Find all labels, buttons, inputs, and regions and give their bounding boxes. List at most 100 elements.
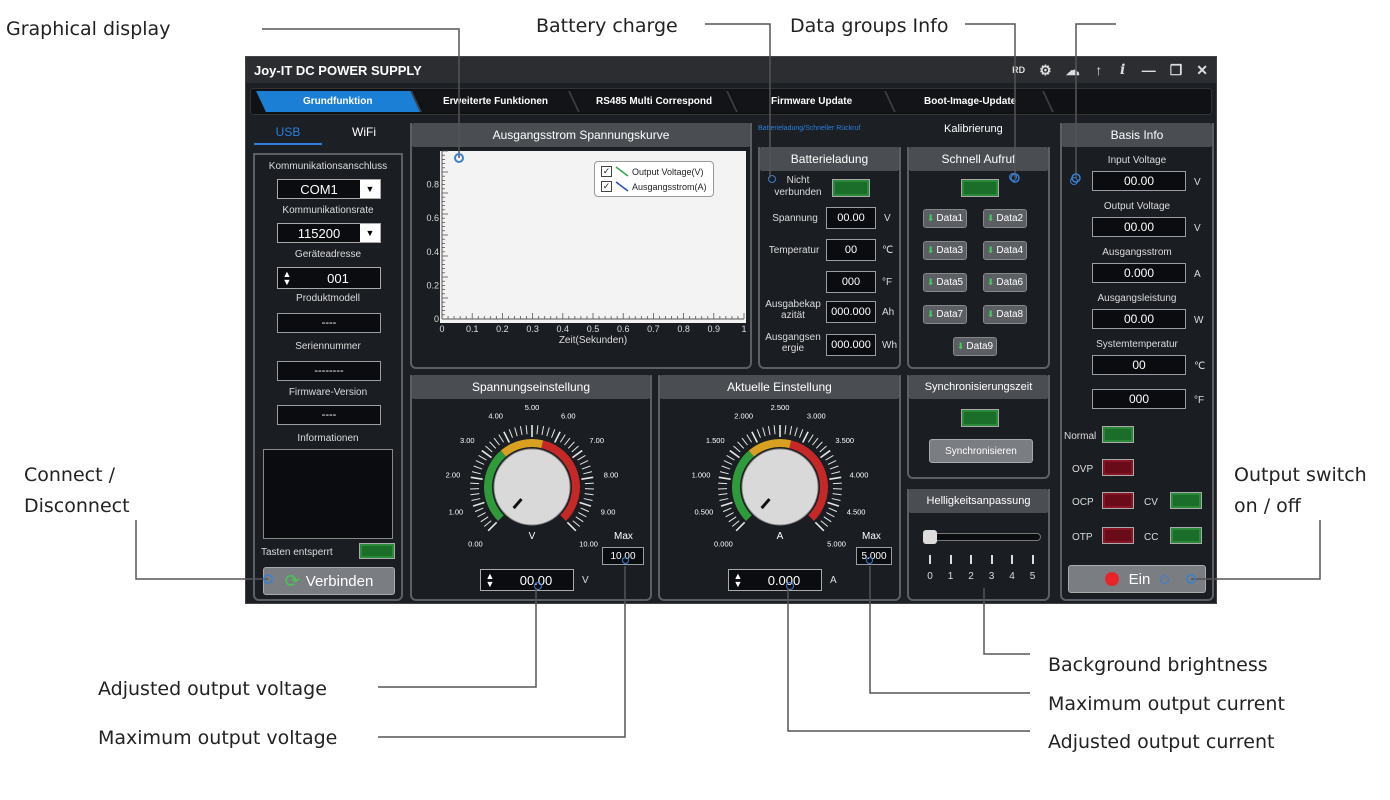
current-dial-tick bbox=[825, 455, 834, 461]
checkbox-icon[interactable]: ✓ bbox=[601, 181, 612, 192]
connect-button[interactable]: ⟳ Verbinden bbox=[263, 567, 395, 595]
connect-button-label: Verbinden bbox=[305, 572, 374, 590]
up-down-arrows-icon[interactable]: ▲ ▼ bbox=[481, 572, 499, 589]
voltage-dial[interactable]: 0.00 1.00 2.00 3.00 4.00 5.00 6.00 7.00 8.00 9.00… bbox=[412, 399, 652, 569]
address-stepper[interactable]: ▲ ▼ 001 bbox=[277, 267, 381, 289]
output-current-label: Ausgangsstrom bbox=[1102, 247, 1172, 258]
current-dial-tick bbox=[828, 507, 838, 513]
tab-grundfunktion[interactable]: Grundfunktion bbox=[256, 91, 422, 112]
firmware-label: Firmware-Version bbox=[288, 387, 368, 398]
tab-calibration[interactable]: Kalibrierung bbox=[944, 123, 1003, 135]
data3-button[interactable]: ⬇ Data3 bbox=[923, 241, 967, 260]
current-dial-tick bbox=[751, 431, 759, 443]
brightness-tick-label: 1 bbox=[947, 571, 954, 582]
tab-firmware-update[interactable]: Firmware Update bbox=[730, 91, 896, 112]
current-max-indicator bbox=[866, 557, 873, 564]
data1-button[interactable]: ⬇ Data1 bbox=[923, 209, 967, 228]
data2-button[interactable]: ⬇ Data2 bbox=[983, 209, 1027, 228]
brightness-slider-track[interactable] bbox=[923, 533, 1041, 541]
current-dial-tick bbox=[832, 493, 842, 496]
chevron-down-icon[interactable]: ▼ bbox=[360, 180, 380, 198]
current-dial-tick bbox=[729, 449, 741, 459]
up-down-arrows-icon[interactable]: ▲ ▼ bbox=[729, 572, 747, 589]
voltage-dial-tick bbox=[503, 431, 511, 443]
legend-item-voltage[interactable]: ✓ Output Voltage(V) bbox=[601, 166, 704, 177]
current-dial-scale-label: 1.500 bbox=[706, 436, 725, 445]
data9-button[interactable]: ⬇ Data9 bbox=[953, 337, 997, 356]
data4-button[interactable]: ⬇ Data4 bbox=[983, 241, 1027, 260]
output-switch-button[interactable]: Ein bbox=[1068, 565, 1206, 593]
voltage-dial-knob bbox=[493, 448, 571, 526]
current-value-indicator bbox=[786, 582, 794, 590]
data5-button[interactable]: ⬇ Data5 bbox=[923, 273, 967, 292]
current-dial-tick bbox=[815, 441, 823, 449]
voltage-max-label: Max bbox=[614, 531, 633, 542]
tab-battery-fast-recall[interactable]: Batterieladung/Schneller Rückruf bbox=[758, 125, 860, 132]
info-label: Informationen bbox=[297, 433, 359, 444]
current-dial[interactable]: 0.000 0.500 1.000 1.500 2.000 2.500 3.000 3.500… bbox=[660, 399, 900, 569]
rate-select[interactable]: 115200 ▼ bbox=[277, 223, 381, 243]
port-select[interactable]: COM1 ▼ bbox=[277, 179, 381, 199]
voltage-dial-tick bbox=[470, 482, 480, 485]
current-dial-tick bbox=[718, 482, 728, 485]
current-dial-scale-label: 2.000 bbox=[734, 412, 753, 421]
brightness-slider-thumb[interactable] bbox=[923, 530, 937, 544]
current-stepper[interactable]: ▲ ▼ 0.000 bbox=[728, 569, 822, 591]
close-icon[interactable]: ✕ bbox=[1196, 62, 1208, 79]
tab-rs485[interactable]: RS485 Multi Correspond bbox=[572, 91, 738, 112]
annotation-adjusted-output-current: Adjusted output current bbox=[1048, 731, 1275, 753]
checkbox-icon[interactable]: ✓ bbox=[601, 166, 612, 177]
legend-item-current[interactable]: ✓ Ausgangsstrom(A) bbox=[601, 181, 707, 192]
title-bar: Joy-IT DC POWER SUPPLY RD ⚙ ☁ ↑ i — ❐ ✕ bbox=[246, 57, 1216, 83]
chevron-down-icon[interactable]: ▼ bbox=[360, 224, 380, 242]
battery-temp-c-unit: ℃ bbox=[882, 245, 894, 256]
upload-icon[interactable]: ↑ bbox=[1094, 62, 1104, 78]
voltage-dial-tick bbox=[580, 507, 590, 513]
voltage-dial-scale-label: 2.00 bbox=[446, 470, 461, 479]
tab-erweiterte-funktionen[interactable]: Erweiterte Funktionen bbox=[414, 91, 580, 112]
current-max-field[interactable]: 5.000 bbox=[856, 547, 892, 565]
current-dial-scale-label: 5.000 bbox=[827, 540, 846, 549]
current-dial-tick bbox=[767, 426, 771, 436]
chart-x-tick-label: 0.4 bbox=[557, 324, 570, 334]
restore-icon[interactable]: ❐ bbox=[1170, 62, 1183, 79]
chart-x-tick-label: 1 bbox=[741, 324, 746, 334]
voltage-dial-tick bbox=[571, 449, 583, 459]
data7-button[interactable]: ⬇ Data7 bbox=[923, 305, 967, 324]
sync-button[interactable]: Synchronisieren bbox=[929, 439, 1033, 463]
tab-boot-image-update[interactable]: Boot-Image-Update bbox=[888, 91, 1054, 112]
minimize-icon[interactable]: — bbox=[1142, 62, 1156, 78]
current-dial-tick bbox=[721, 465, 731, 470]
current-max-label: Max bbox=[862, 531, 881, 542]
cloud-icon[interactable]: ☁ bbox=[1066, 62, 1080, 79]
info-icon[interactable]: i bbox=[1118, 62, 1128, 78]
current-dial-scale-label: 1.000 bbox=[692, 470, 711, 479]
brightness-tick-mark bbox=[949, 555, 952, 564]
voltage-dial-scale-label: 1.00 bbox=[449, 508, 464, 517]
annotation-battery-charge: Battery charge bbox=[536, 15, 678, 37]
current-dial-tick bbox=[801, 431, 809, 443]
tab-usb[interactable]: USB bbox=[254, 125, 322, 139]
voltage-dial-tick bbox=[481, 449, 493, 459]
current-dial-scale-label: 2.500 bbox=[771, 403, 790, 412]
output-power-unit: W bbox=[1194, 315, 1204, 326]
current-dial-tick bbox=[814, 521, 825, 532]
voltage-stepper[interactable]: ▲ ▼ 00.00 bbox=[480, 569, 574, 591]
voltage-dial-tick bbox=[584, 493, 594, 496]
battery-capacity-label: Ausgabekap azität bbox=[765, 299, 821, 321]
data6-button[interactable]: ⬇ Data6 bbox=[983, 273, 1027, 292]
output-voltage-field: 00.00 bbox=[1092, 217, 1186, 237]
current-dial-tick bbox=[784, 425, 787, 435]
current-dial-tick bbox=[812, 437, 819, 446]
current-dial-tick bbox=[832, 482, 842, 485]
tab-wifi[interactable]: WiFi bbox=[330, 125, 398, 139]
voltage-dial-tick bbox=[470, 493, 480, 496]
gear-icon[interactable]: ⚙ bbox=[1039, 62, 1052, 79]
up-down-arrows-icon[interactable]: ▲ ▼ bbox=[278, 270, 296, 287]
system-temp-c-field: 00 bbox=[1092, 355, 1186, 375]
keys-unlocked-led bbox=[359, 543, 395, 559]
data8-button[interactable]: ⬇ Data8 bbox=[983, 305, 1027, 324]
brightness-tick-mark bbox=[929, 555, 931, 564]
annotation-graphical-display: Graphical display bbox=[6, 18, 171, 40]
keys-unlocked-label: Tasten entsperrt bbox=[261, 547, 333, 558]
